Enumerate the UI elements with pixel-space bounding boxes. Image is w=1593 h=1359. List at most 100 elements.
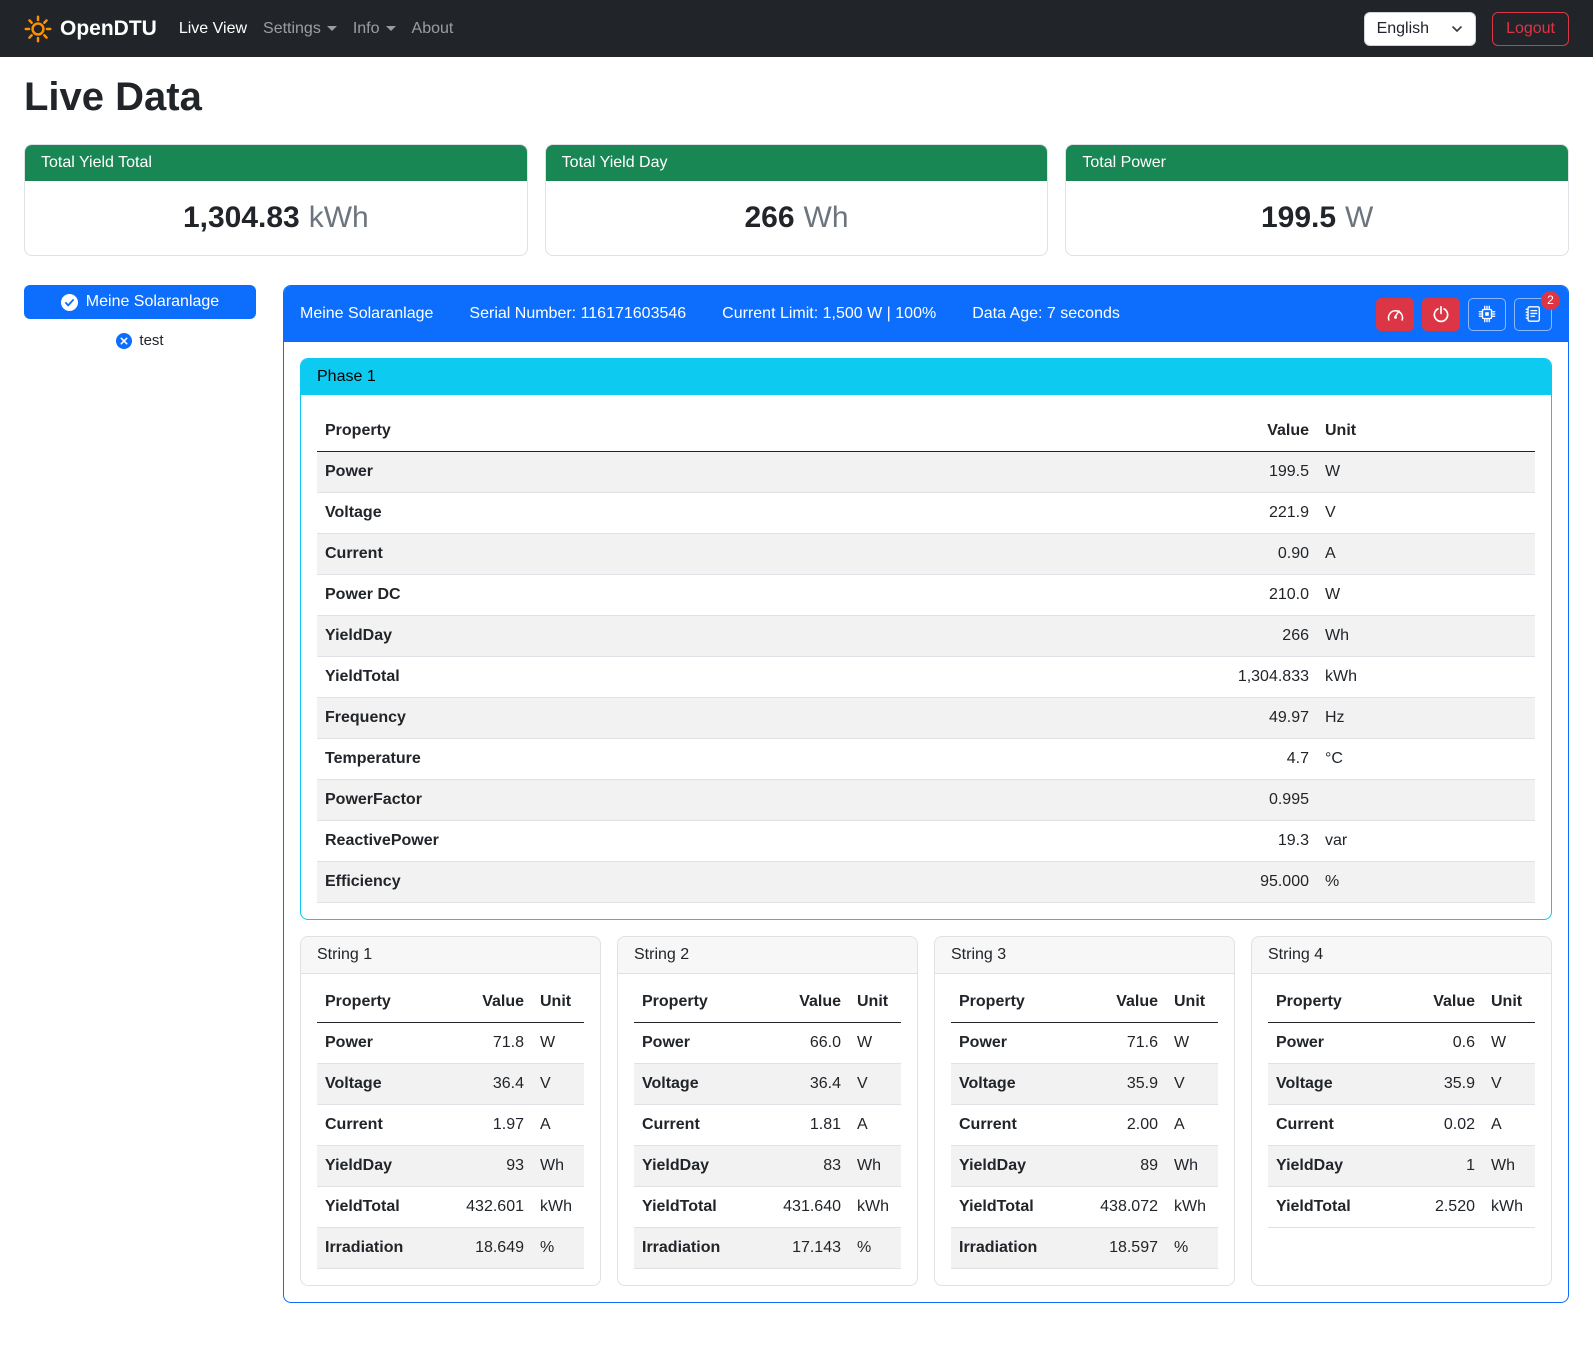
property-cell: Power: [951, 1023, 1072, 1064]
table-head: PropertyValueUnit: [317, 411, 1535, 452]
property-cell: ReactivePower: [317, 821, 915, 862]
table-row: YieldDay89Wh: [951, 1146, 1218, 1187]
value-cell: 93: [438, 1146, 532, 1187]
value-cell: 35.9: [1399, 1064, 1483, 1105]
cpu-button[interactable]: [1468, 298, 1506, 331]
language-select-value: English: [1377, 20, 1429, 38]
unit-cell: A: [1317, 534, 1535, 575]
summary-card-value: 199.5W: [1066, 181, 1568, 255]
column-header-unit: Unit: [1317, 411, 1535, 452]
property-cell: Power: [317, 1023, 438, 1064]
column-header-property: Property: [317, 411, 915, 452]
data-table: PropertyValueUnitPower0.6WVoltage35.9VCu…: [1268, 982, 1535, 1228]
table-row: Frequency49.97Hz: [317, 698, 1535, 739]
property-cell: Power: [1268, 1023, 1399, 1064]
unit-cell: V: [1483, 1064, 1535, 1105]
column-header-value: Value: [915, 411, 1317, 452]
column-header-value: Value: [1399, 982, 1483, 1023]
property-cell: YieldDay: [951, 1146, 1072, 1187]
unit-cell: kWh: [532, 1187, 584, 1228]
table-head: PropertyValueUnit: [634, 982, 901, 1023]
table-row: YieldTotal2.520kWh: [1268, 1187, 1535, 1228]
data-table: PropertyValueUnitPower71.6WVoltage35.9VC…: [951, 982, 1218, 1269]
value-cell: 89: [1072, 1146, 1166, 1187]
table-row: ReactivePower19.3var: [317, 821, 1535, 862]
property-cell: Voltage: [1268, 1064, 1399, 1105]
table-row: Voltage36.4V: [317, 1064, 584, 1105]
column-header-value: Value: [438, 982, 532, 1023]
value-cell: 266: [915, 616, 1317, 657]
data-table: PropertyValueUnitPower71.8WVoltage36.4VC…: [317, 982, 584, 1269]
property-cell: YieldDay: [317, 616, 915, 657]
string-card-body: PropertyValueUnitPower0.6WVoltage35.9VCu…: [1252, 974, 1551, 1244]
nav-item-about[interactable]: About: [404, 12, 462, 46]
table-row: Current1.97A: [317, 1105, 584, 1146]
summary-value: 266: [744, 201, 794, 234]
value-cell: 2.00: [1072, 1105, 1166, 1146]
table-row: Efficiency95.000%: [317, 862, 1535, 903]
table-row: Current2.00A: [951, 1105, 1218, 1146]
inverter-select-test[interactable]: test: [24, 331, 256, 350]
gauge-icon: [1386, 305, 1405, 324]
property-cell: Current: [634, 1105, 755, 1146]
property-cell: Current: [951, 1105, 1072, 1146]
column-header-property: Property: [951, 982, 1072, 1023]
property-cell: Irradiation: [317, 1228, 438, 1269]
nav-item-info[interactable]: Info: [345, 12, 404, 46]
string-card-title: String 2: [618, 937, 917, 974]
property-cell: Current: [317, 534, 915, 575]
table-row: Current0.02A: [1268, 1105, 1535, 1146]
table-row: YieldDay266Wh: [317, 616, 1535, 657]
table-header-row: PropertyValueUnit: [317, 411, 1535, 452]
unit-cell: W: [1483, 1023, 1535, 1064]
unit-cell: %: [1166, 1228, 1218, 1269]
table-row: Irradiation17.143%: [634, 1228, 901, 1269]
unit-cell: %: [849, 1228, 901, 1269]
table-row: YieldTotal438.072kWh: [951, 1187, 1218, 1228]
table-head: PropertyValueUnit: [951, 982, 1218, 1023]
language-select[interactable]: English: [1364, 12, 1476, 46]
column-header-property: Property: [634, 982, 755, 1023]
string-card-body: PropertyValueUnitPower71.6WVoltage35.9VC…: [935, 974, 1234, 1285]
property-cell: YieldTotal: [317, 1187, 438, 1228]
unit-cell: %: [1317, 862, 1535, 903]
property-cell: Irradiation: [951, 1228, 1072, 1269]
summary-cards: Total Yield Total1,304.83kWhTotal Yield …: [24, 144, 1569, 256]
inverter-select-meine-solaranlage[interactable]: Meine Solaranlage: [24, 285, 256, 319]
brand-link[interactable]: OpenDTU: [24, 15, 157, 43]
string-card-title: String 4: [1252, 937, 1551, 974]
string-card-title: String 1: [301, 937, 600, 974]
value-cell: 35.9: [1072, 1064, 1166, 1105]
property-cell: Voltage: [317, 1064, 438, 1105]
property-cell: Voltage: [634, 1064, 755, 1105]
inverter-panel: Meine Solaranlage Serial Number: 1161716…: [283, 285, 1569, 1303]
data-table: PropertyValueUnitPower199.5WVoltage221.9…: [317, 411, 1535, 903]
property-cell: Voltage: [317, 493, 915, 534]
x-circle-icon: [116, 333, 132, 349]
inverter-label: Meine Solaranlage: [86, 293, 219, 311]
table-row: YieldTotal431.640kWh: [634, 1187, 901, 1228]
nav-item-settings[interactable]: Settings: [255, 12, 345, 46]
sun-logo-icon: [24, 15, 52, 43]
value-cell: 431.640: [755, 1187, 849, 1228]
value-cell: 1.81: [755, 1105, 849, 1146]
summary-unit: W: [1345, 201, 1373, 234]
journal-button[interactable]: 2: [1514, 298, 1552, 331]
value-cell: 199.5: [915, 452, 1317, 493]
unit-cell: W: [1317, 575, 1535, 616]
logout-button[interactable]: Logout: [1492, 12, 1569, 46]
table-body: Power71.8WVoltage36.4VCurrent1.97AYieldD…: [317, 1023, 584, 1269]
table-row: Power71.6W: [951, 1023, 1218, 1064]
table-row: YieldTotal1,304.833kWh: [317, 657, 1535, 698]
gauge-button[interactable]: [1376, 298, 1414, 331]
summary-value: 1,304.83: [183, 201, 300, 234]
power-button[interactable]: [1422, 298, 1460, 331]
unit-cell: %: [532, 1228, 584, 1269]
nav-item-live-view[interactable]: Live View: [171, 12, 255, 46]
value-cell: 1: [1399, 1146, 1483, 1187]
table-body: Power71.6WVoltage35.9VCurrent2.00AYieldD…: [951, 1023, 1218, 1269]
summary-card-title: Total Yield Day: [546, 145, 1048, 181]
journal-icon: [1524, 305, 1542, 323]
property-cell: Voltage: [951, 1064, 1072, 1105]
property-cell: YieldTotal: [1268, 1187, 1399, 1228]
